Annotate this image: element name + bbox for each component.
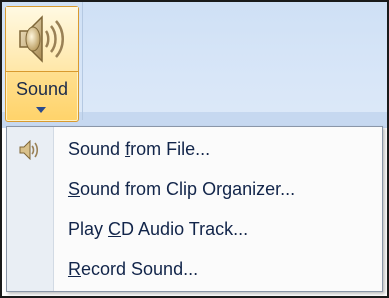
menu-item-label: Sound from File... — [68, 138, 211, 159]
speaker-icon — [19, 140, 39, 160]
chevron-down-icon[interactable] — [36, 107, 46, 113]
menu-item-sound-from-clip-organizer[interactable]: Sound from Clip Organizer... — [54, 170, 380, 208]
ribbon-divider — [82, 2, 83, 120]
menu-item-play-cd-audio-track[interactable]: Play CD Audio Track... — [54, 210, 380, 248]
menu-item-label: Sound from Clip Organizer... — [68, 178, 296, 199]
window-frame: Sound Sound from File... Sound from Clip… — [0, 0, 389, 298]
sound-dropdown-menu: Sound from File... Sound from Clip Organ… — [6, 126, 383, 292]
sound-button-label[interactable]: Sound — [6, 79, 78, 100]
ribbon: Sound — [2, 2, 387, 128]
sound-button-main[interactable] — [6, 7, 78, 72]
menu-item-label: Play CD Audio Track... — [68, 218, 249, 239]
menu-item-sound-from-file[interactable]: Sound from File... — [54, 130, 380, 168]
sound-split-button[interactable]: Sound — [5, 6, 79, 122]
menu-icon-gutter — [7, 127, 54, 291]
menu-item-label: Record Sound... — [68, 258, 199, 279]
speaker-icon — [19, 15, 64, 63]
menu-item-record-sound[interactable]: Record Sound... — [54, 250, 380, 288]
